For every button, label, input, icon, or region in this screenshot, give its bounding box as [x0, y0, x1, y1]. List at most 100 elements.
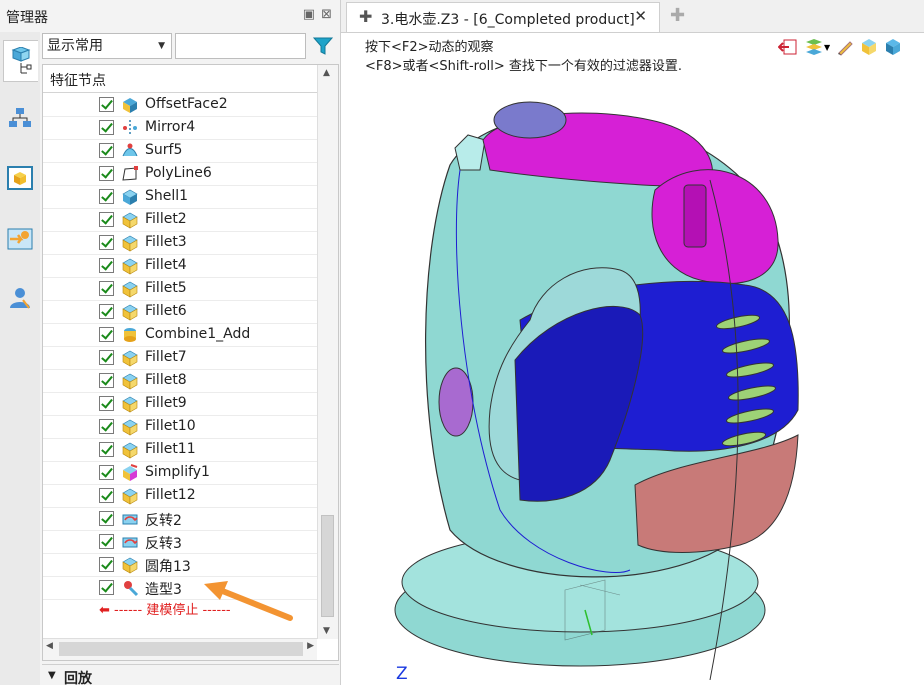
fillet-icon [121, 280, 139, 298]
feature-checkbox[interactable] [99, 419, 114, 434]
feature-label: Shell1 [145, 188, 189, 204]
feature-row[interactable]: Fillet6 [43, 301, 317, 324]
fillet-icon [121, 257, 139, 275]
feature-checkbox[interactable] [99, 304, 114, 319]
feature-checkbox[interactable] [99, 166, 114, 181]
shell-icon [121, 188, 139, 206]
close-panel-icon[interactable]: ⊠ [321, 7, 332, 22]
tab-view[interactable] [3, 158, 37, 198]
scroll-right-icon[interactable]: ▶ [307, 641, 314, 651]
feature-row[interactable]: Fillet3 [43, 232, 317, 255]
z-axis-label: Z [396, 664, 408, 684]
feature-checkbox[interactable] [99, 327, 114, 342]
feature-checkbox[interactable] [99, 258, 114, 273]
pin-icon[interactable]: ▣ [303, 7, 315, 22]
kettle-3d-model[interactable] [380, 90, 800, 680]
cube-view-icon[interactable] [860, 38, 878, 56]
feature-checkbox[interactable] [99, 97, 114, 112]
shaded-view-icon[interactable] [884, 38, 902, 56]
feature-row[interactable]: Fillet12 [43, 485, 317, 508]
feature-checkbox[interactable] [99, 488, 114, 503]
feature-label: Fillet4 [145, 257, 187, 273]
hint-line-2: <F8>或者<Shift-roll> 查找下一个有效的过滤器设置. [365, 59, 683, 74]
filter-layer-icon[interactable]: ▼ [804, 38, 830, 56]
hint-line-1: 按下<F2>动态的观察 [365, 40, 494, 55]
feature-row[interactable]: Mirror4 [43, 117, 317, 140]
shape-icon [121, 579, 139, 597]
annotation-arrow-icon [204, 581, 293, 621]
feature-label: 反转3 [145, 536, 182, 552]
feature-row[interactable]: Fillet10 [43, 416, 317, 439]
scroll-up-icon[interactable]: ▲ [323, 68, 330, 78]
feature-row[interactable]: 反转3 [43, 531, 317, 554]
feature-checkbox[interactable] [99, 350, 114, 365]
feature-label: Fillet3 [145, 234, 187, 250]
tree-header: 特征节点 [43, 65, 317, 93]
feature-checkbox[interactable] [99, 511, 114, 526]
feature-row[interactable]: 圆角13 [43, 554, 317, 577]
document-tab[interactable]: ✚ 3.电水壶.Z3 - [6_Completed product] ✕ [346, 2, 660, 32]
polyline-icon [121, 165, 139, 183]
scroll-left-icon[interactable]: ◀ [46, 641, 53, 651]
feature-row[interactable]: Fillet4 [43, 255, 317, 278]
feature-label: Fillet11 [145, 441, 196, 457]
exit-icon[interactable] [778, 38, 798, 56]
feature-label: OffsetFace2 [145, 96, 228, 112]
playback-section[interactable]: ▼ 回放 [42, 664, 339, 687]
feature-row[interactable]: Fillet11 [43, 439, 317, 462]
arrow-left-icon: ⬅ [99, 603, 110, 618]
feature-label: 圆角13 [145, 559, 191, 575]
feature-checkbox[interactable] [99, 534, 114, 549]
scroll-down-icon[interactable]: ▼ [323, 626, 330, 636]
feature-checkbox[interactable] [99, 189, 114, 204]
feature-checkbox[interactable] [99, 281, 114, 296]
feature-checkbox[interactable] [99, 465, 114, 480]
hscroll-thumb[interactable] [59, 642, 303, 656]
vertical-scrollbar[interactable]: ▲ ▼ [317, 65, 338, 639]
tab-users[interactable] [3, 278, 37, 318]
fillet-icon [121, 556, 139, 574]
panel-title-bar: 管理器 ▣ ⊠ [0, 0, 340, 32]
close-tab-icon[interactable]: ✕ [634, 7, 647, 25]
feature-row[interactable]: PolyLine6 [43, 163, 317, 186]
feature-row[interactable]: Fillet7 [43, 347, 317, 370]
feature-row[interactable]: Fillet9 [43, 393, 317, 416]
feature-checkbox[interactable] [99, 212, 114, 227]
horizontal-scrollbar[interactable]: ◀ ▶ [43, 638, 317, 660]
tab-data-exchange[interactable] [3, 218, 37, 258]
feature-row[interactable]: Simplify1 [43, 462, 317, 485]
search-input[interactable] [175, 33, 306, 59]
panel-title: 管理器 [6, 10, 48, 26]
mirror-icon [121, 119, 139, 137]
feature-row[interactable]: Surf5 [43, 140, 317, 163]
panel-toolbar: 显示常用 ▼ [42, 32, 338, 62]
tab-assembly[interactable] [3, 98, 37, 138]
feature-checkbox[interactable] [99, 120, 114, 135]
feature-checkbox[interactable] [99, 396, 114, 411]
feature-row[interactable]: Fillet8 [43, 370, 317, 393]
feature-row[interactable]: Shell1 [43, 186, 317, 209]
feature-checkbox[interactable] [99, 373, 114, 388]
feature-row[interactable]: OffsetFace2 [43, 94, 317, 117]
feature-checkbox[interactable] [99, 442, 114, 457]
surface-icon [121, 142, 139, 160]
feature-checkbox[interactable] [99, 235, 114, 250]
scroll-thumb[interactable] [321, 515, 334, 617]
pencil-icon[interactable] [836, 38, 854, 56]
new-tab-icon[interactable]: ✚ [670, 5, 685, 26]
feature-checkbox[interactable] [99, 143, 114, 158]
feature-row[interactable]: Combine1_Add [43, 324, 317, 347]
feature-row[interactable]: Fillet2 [43, 209, 317, 232]
feature-row[interactable]: 反转2 [43, 508, 317, 531]
feature-checkbox[interactable] [99, 557, 114, 572]
feature-row[interactable]: Fillet5 [43, 278, 317, 301]
playback-label: 回放 [64, 671, 92, 687]
feature-label: Fillet7 [145, 349, 187, 365]
reverse-icon [121, 510, 139, 528]
feature-checkbox[interactable] [99, 580, 114, 595]
display-filter-combo[interactable]: 显示常用 ▼ [42, 33, 172, 59]
collapse-icon: ▼ [48, 670, 56, 681]
feature-label: 反转2 [145, 513, 182, 529]
filter-button[interactable] [310, 33, 336, 59]
tab-history-tree[interactable] [3, 40, 38, 82]
